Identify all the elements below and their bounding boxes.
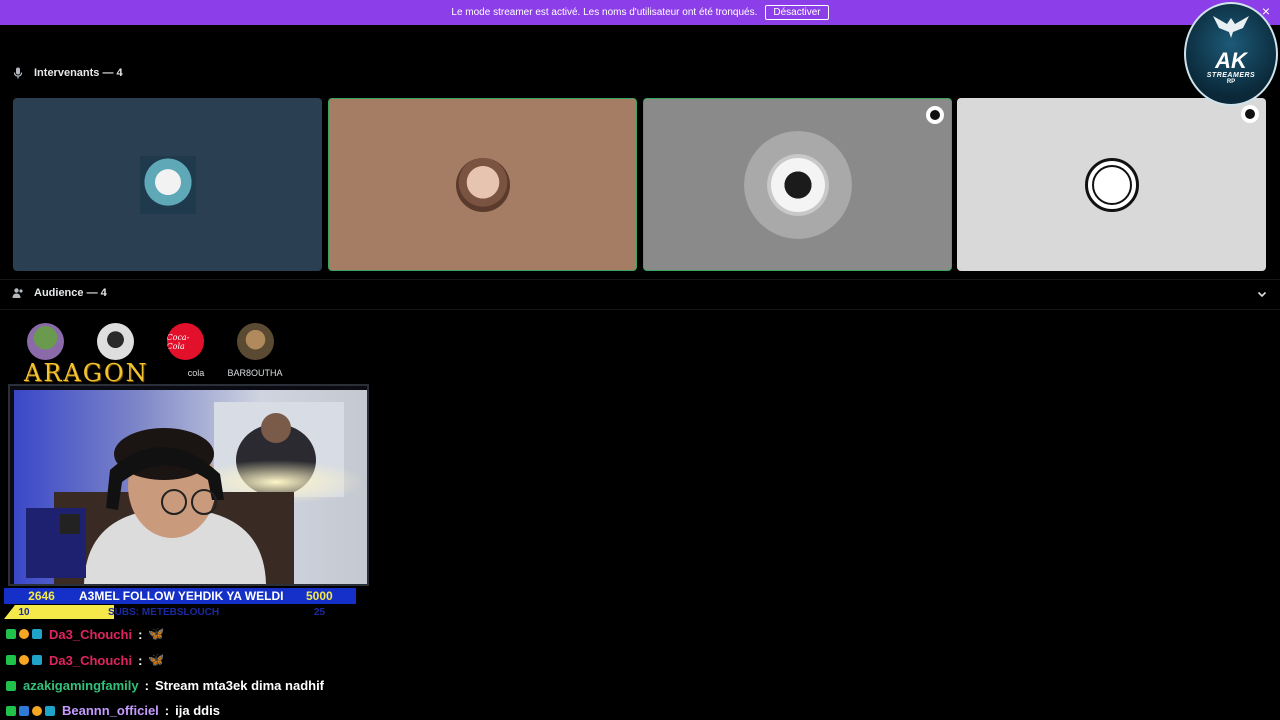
speaker-tile-1[interactable] [13, 98, 322, 271]
speakers-title: Intervenants — 4 [34, 67, 123, 79]
chat-text: ija ddis [175, 703, 220, 718]
divider [0, 309, 1280, 310]
avatar [26, 323, 64, 360]
chat-message: Da3_Chouchi : 🦋 [6, 626, 165, 642]
badge-icon [6, 680, 16, 691]
microphone-icon [13, 67, 23, 79]
chat-separator: : [144, 678, 149, 693]
badge-icon [32, 629, 42, 639]
chat-username: Da3_Chouchi [49, 626, 133, 642]
subs-target: 25 [314, 606, 326, 618]
audience-title: Audience — 4 [34, 287, 107, 299]
avatar [96, 323, 134, 360]
chat-text: Stream mta3ek dima nadhif [154, 678, 325, 693]
badge-icon [19, 655, 29, 665]
chat-message: azakigamingfamily : Stream mta3ek dima n… [6, 678, 324, 693]
eagle-icon [1213, 16, 1249, 38]
ak-streamers-logo: AK STREAMERS RP [1184, 2, 1278, 106]
subs-current: 10 [18, 606, 30, 618]
badge-icon [19, 705, 29, 716]
badge-icon [6, 705, 16, 716]
logo-rp: RP [1226, 78, 1236, 85]
webcam-image [14, 390, 367, 584]
audience-header: Audience — 4 [12, 287, 107, 299]
subs-text: SUBS: METEBSLOUCH [108, 606, 220, 618]
member-name: BAR8OUTHA [227, 368, 283, 378]
badge-icon [19, 629, 29, 639]
goal-target: 5000 [306, 589, 333, 603]
subs-goal-bar: 10 SUBS: METEBSLOUCH 25 [4, 605, 356, 619]
speakers-header: Intervenants — 4 [12, 67, 123, 79]
speaker-avatar [139, 155, 196, 214]
chat-separator: : [138, 626, 143, 642]
webcam-video [14, 390, 367, 584]
goal-current: 2646 [28, 589, 55, 603]
badge-icon [6, 629, 16, 639]
chat-text: 🦋 [148, 652, 165, 667]
speaker-tile-2[interactable] [328, 98, 637, 271]
divider [0, 279, 1280, 280]
speaker-avatar [455, 157, 510, 212]
badge-icon [45, 705, 55, 716]
speaker-tile-3[interactable] [643, 98, 952, 271]
channel-name: ARAGON [24, 359, 149, 387]
chat-message: Beannn_officiel : ija ddis [6, 703, 220, 718]
chat-text: 🦋 [148, 626, 165, 641]
people-icon [12, 288, 23, 298]
chat-username: Beannn_officiel [62, 703, 159, 718]
coca-cola-logo: Coca-Cola [166, 323, 204, 360]
chat-separator: : [138, 652, 143, 668]
logo-text: AK [1215, 47, 1247, 73]
goal-text: A3MEL FOLLOW YEHDIK YA WELDI [79, 589, 284, 603]
shield-icon [926, 106, 944, 124]
streamer-mode-banner: Le mode streamer est activé. Les noms d'… [0, 0, 1280, 25]
banner-text: Le mode streamer est activé. Les noms d'… [451, 7, 758, 18]
chat-separator: : [164, 703, 170, 718]
webcam-frame [8, 384, 369, 586]
logo-subtext: STREAMERS [1206, 71, 1256, 79]
speaker-tile-4[interactable] [957, 98, 1266, 271]
badge-icon [6, 655, 16, 665]
shield-icon [1241, 105, 1259, 123]
follower-goal-bar: 2646 A3MEL FOLLOW YEHDIK YA WELDI 5000 [4, 588, 356, 604]
chat-message: Da3_Chouchi : 🦋 [6, 652, 165, 668]
chat-username: azakigamingfamily [23, 678, 139, 693]
badge-icon [32, 655, 42, 665]
badge-icon [32, 705, 42, 716]
chat-username: Da3_Chouchi [49, 652, 133, 668]
deactivate-button[interactable]: Désactiver [765, 5, 829, 20]
speaker-avatar [770, 157, 825, 212]
speaker-avatar [1084, 157, 1139, 212]
chevron-down-icon[interactable] [1256, 288, 1268, 300]
audience-member[interactable]: BAR8OUTHA [225, 323, 285, 378]
avatar [236, 323, 274, 360]
